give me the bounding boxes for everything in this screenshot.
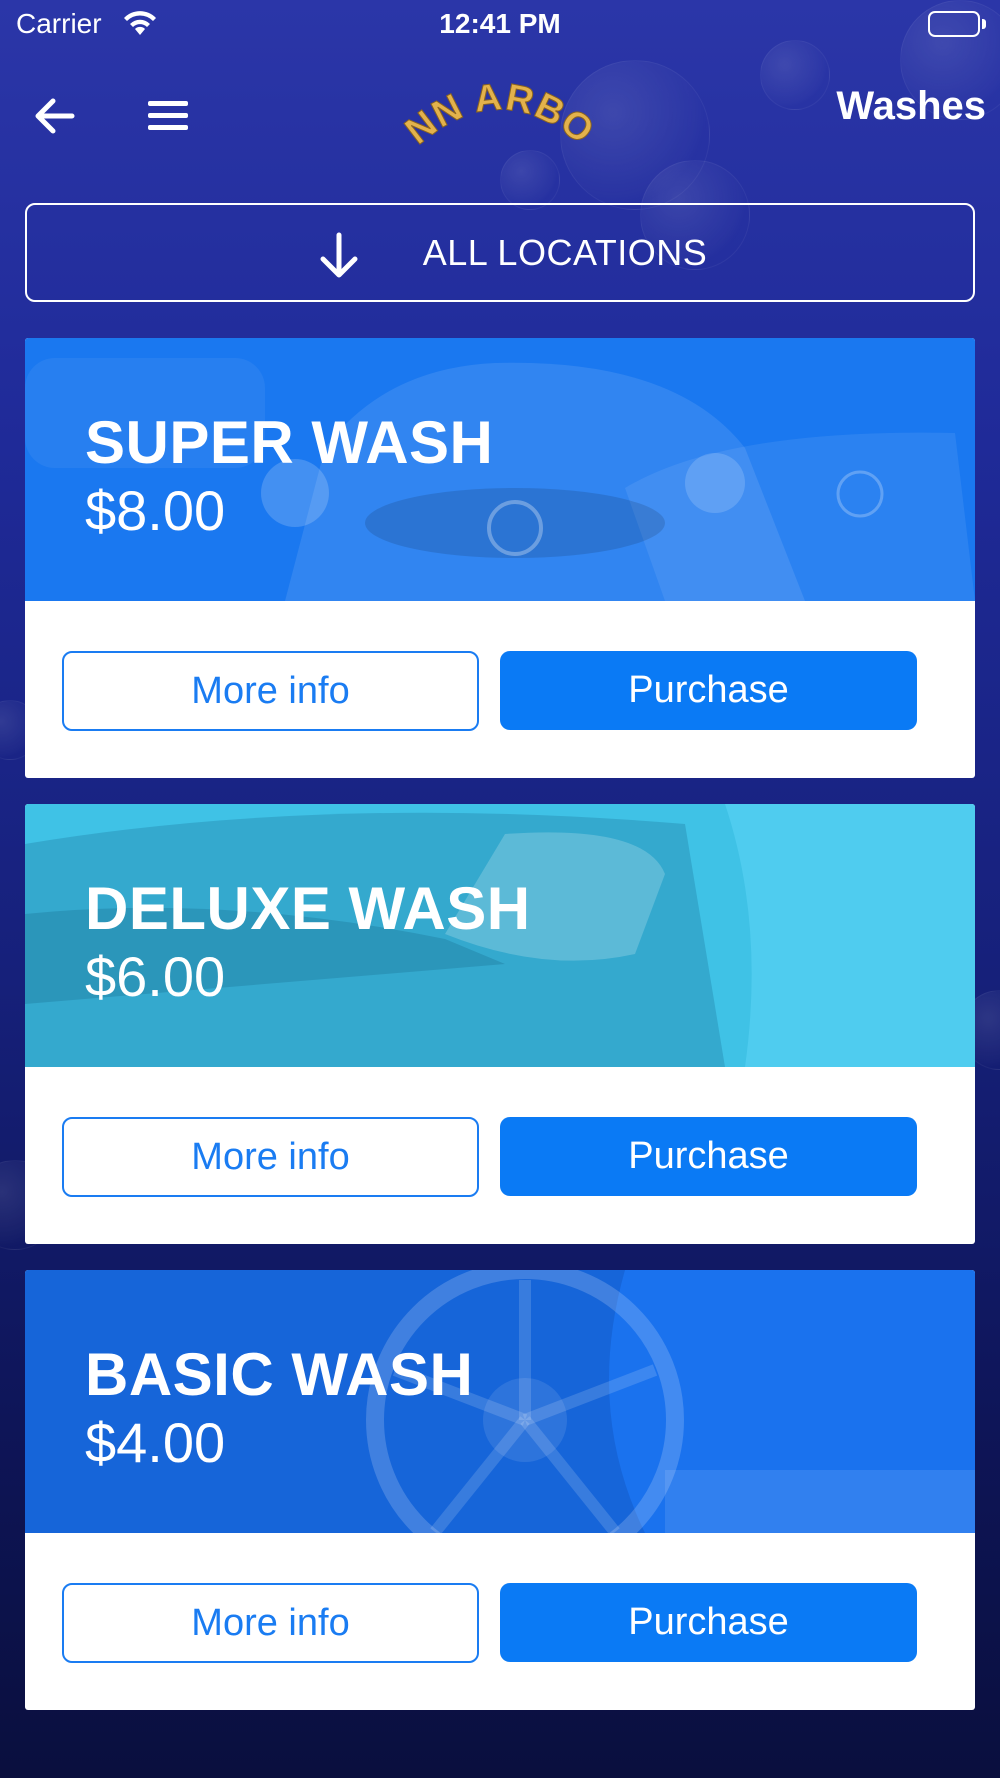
purchase-button[interactable]: Purchase	[500, 1117, 917, 1196]
hamburger-menu-icon	[148, 101, 188, 130]
status-bar: Carrier 12:41 PM	[0, 0, 1000, 50]
page-title: Washes	[836, 84, 986, 128]
wash-price: $6.00	[85, 945, 226, 1008]
battery-icon	[928, 11, 986, 37]
arrow-left-icon	[35, 98, 75, 134]
wash-name: BASIC WASH	[85, 1341, 474, 1408]
location-selector[interactable]: ALL LOCATIONS	[25, 203, 975, 302]
wash-banner: SUPER WASH $8.00	[25, 338, 975, 601]
wash-card: SUPER WASH $8.00 More info Purchase	[25, 338, 975, 778]
wash-price: $4.00	[85, 1411, 226, 1474]
wash-price: $8.00	[85, 479, 226, 542]
menu-button[interactable]	[144, 92, 192, 140]
purchase-button[interactable]: Purchase	[500, 1583, 917, 1662]
wash-banner: DELUXE WASH $6.00	[25, 804, 975, 1067]
wash-name: SUPER WASH	[85, 409, 494, 476]
wash-name: DELUXE WASH	[85, 875, 531, 942]
clock: 12:41 PM	[439, 8, 561, 39]
more-info-button[interactable]: More info	[62, 651, 479, 731]
wash-banner: BASIC WASH $4.00	[25, 1270, 975, 1533]
back-button[interactable]	[30, 92, 78, 140]
purchase-button[interactable]: Purchase	[500, 651, 917, 730]
arrow-down-icon	[320, 232, 358, 278]
logo-text: ANN ARBOR	[385, 45, 601, 154]
svg-text:ANN ARBOR: ANN ARBOR	[400, 78, 600, 153]
more-info-button[interactable]: More info	[62, 1117, 479, 1197]
more-info-button[interactable]: More info	[62, 1583, 479, 1663]
wash-card: BASIC WASH $4.00 More info Purchase	[25, 1270, 975, 1710]
ann-arbor-logo: ANN ARBOR	[385, 45, 601, 158]
wash-card: DELUXE WASH $6.00 More info Purchase	[25, 804, 975, 1244]
